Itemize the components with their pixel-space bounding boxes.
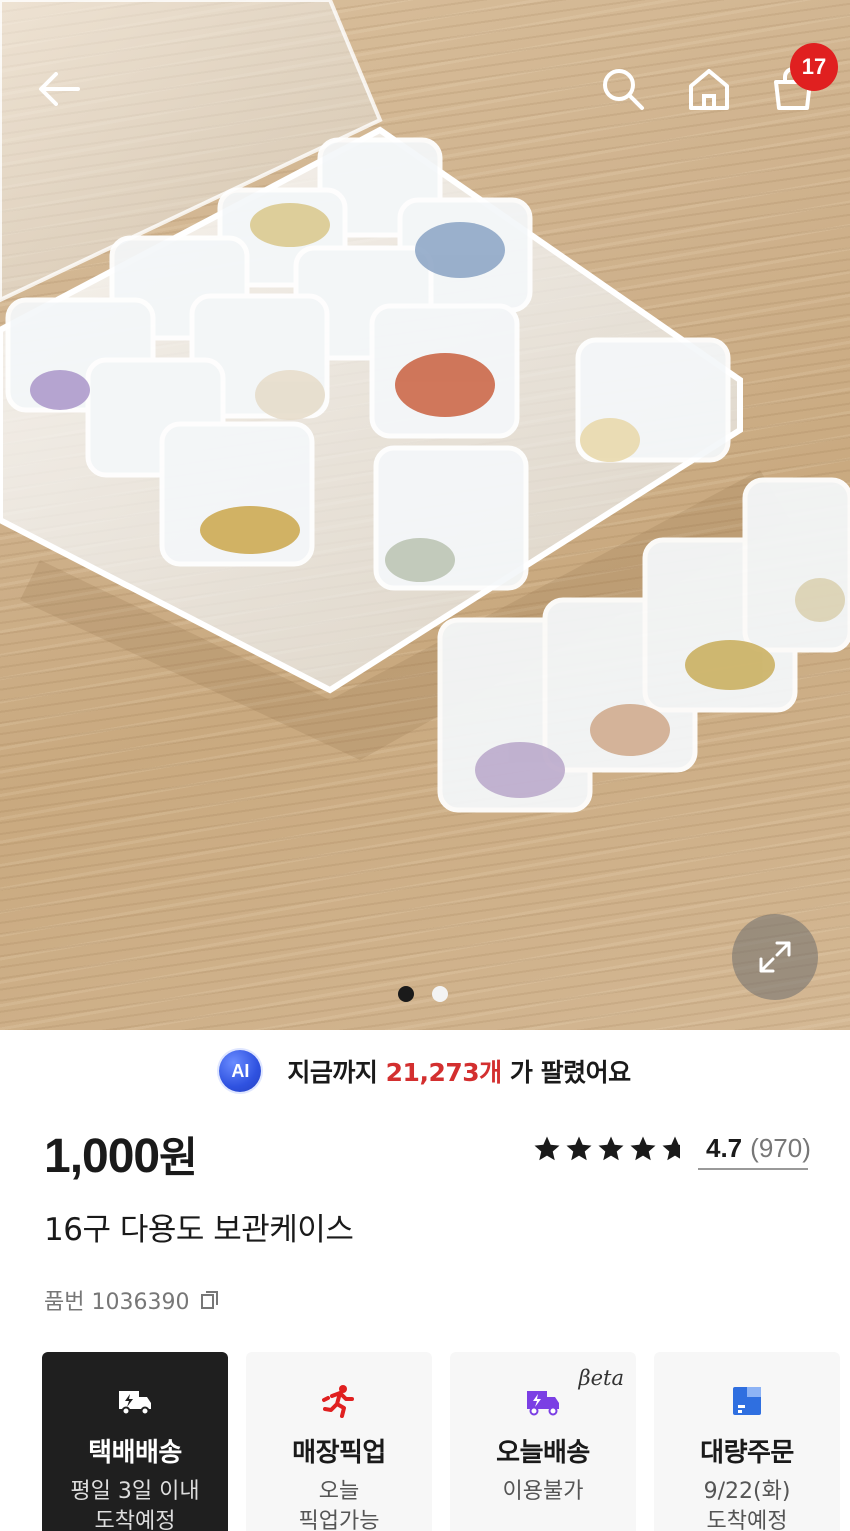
rating-underline: [698, 1168, 808, 1170]
cart-count-badge: 17: [790, 43, 838, 91]
search-icon: [603, 69, 644, 110]
storage-case-illustration: [0, 0, 850, 813]
sold-count-banner: AI 지금까지 21,273개 가 팔렸어요: [0, 1048, 850, 1094]
delivery-subtitle: 평일 3일 이내 도착예정: [70, 1477, 199, 1531]
star-rating: [532, 1134, 690, 1164]
expand-icon: [759, 941, 791, 973]
product-title: 16구 다용도 보관케이스: [44, 1212, 354, 1248]
star-icon: [534, 1136, 560, 1160]
delivery-subtitle-line: 평일 3일 이내: [70, 1479, 200, 1504]
delivery-title: 매장픽업: [292, 1438, 386, 1468]
back-arrow-icon: [39, 72, 80, 106]
beta-tag: βeta: [578, 1366, 624, 1390]
star-half-icon: [662, 1136, 680, 1160]
delivery-title: 오늘배송: [496, 1438, 590, 1468]
product-price: 1,000원: [44, 1124, 198, 1185]
sold-message: 지금까지 21,273개 가 팔렸어요: [287, 1053, 631, 1089]
delivery-subtitle-line: 픽업가능: [298, 1509, 380, 1531]
delivery-subtitle: 오늘 픽업가능: [299, 1477, 380, 1531]
home-icon: [689, 69, 729, 110]
price-value: 1,000: [44, 1130, 160, 1183]
delivery-options: 택배배송 평일 3일 이내 도착예정 매장픽업 오늘 픽업가능 βeta 오늘배…: [42, 1352, 840, 1531]
home-button[interactable]: [680, 60, 738, 118]
delivery-subtitle-line: 이용불가: [502, 1479, 584, 1504]
carousel-dot-1[interactable]: [398, 986, 414, 1002]
delivery-option-parcel[interactable]: 택배배송 평일 3일 이내 도착예정: [42, 1352, 228, 1531]
star-icon: [598, 1136, 624, 1160]
delivery-subtitle-line: 도착예정: [94, 1509, 176, 1531]
carousel-indicator: [398, 986, 448, 1002]
delivery-option-store-pickup[interactable]: 매장픽업 오늘 픽업가능: [246, 1352, 432, 1531]
review-count-link[interactable]: (970): [750, 1133, 811, 1164]
fast-truck-icon: [524, 1382, 562, 1420]
product-sku: 품번 1036390: [44, 1284, 221, 1316]
delivery-option-same-day[interactable]: βeta 오늘배송 이용불가: [450, 1352, 636, 1531]
delivery-subtitle: 9/22(화) 도착예정: [704, 1477, 791, 1531]
zoom-button[interactable]: [732, 914, 818, 1000]
carousel-dot-2[interactable]: [432, 986, 448, 1002]
delivery-title: 대량주문: [700, 1438, 794, 1468]
sold-prefix: 지금까지: [287, 1058, 378, 1087]
star-icon: [566, 1136, 592, 1160]
truck-icon: [116, 1382, 154, 1420]
delivery-subtitle-line: 9/22(화): [703, 1479, 791, 1504]
ai-badge: AI: [219, 1050, 262, 1092]
search-button[interactable]: [594, 60, 652, 118]
delivery-option-bulk-order[interactable]: 대량주문 9/22(화) 도착예정: [654, 1352, 840, 1531]
delivery-subtitle-line: 도착예정: [706, 1509, 788, 1531]
box-icon: [728, 1382, 766, 1420]
sku-text: 품번 1036390: [44, 1290, 190, 1315]
running-person-icon: [320, 1382, 358, 1420]
delivery-subtitle-line: 오늘: [318, 1479, 360, 1504]
price-unit: 원: [159, 1133, 198, 1182]
rating-value: 4.7: [706, 1133, 743, 1163]
product-image[interactable]: 17: [0, 0, 850, 1030]
delivery-subtitle: 이용불가: [503, 1477, 584, 1507]
back-button[interactable]: [28, 58, 90, 120]
delivery-title: 택배배송: [88, 1438, 182, 1468]
sold-count: 21,273개: [385, 1058, 502, 1087]
star-icon: [630, 1136, 656, 1160]
rating-summary[interactable]: 4.7 (970): [532, 1133, 811, 1164]
sold-suffix: 가 팔렸어요: [509, 1058, 631, 1087]
copy-icon[interactable]: [199, 1289, 221, 1311]
